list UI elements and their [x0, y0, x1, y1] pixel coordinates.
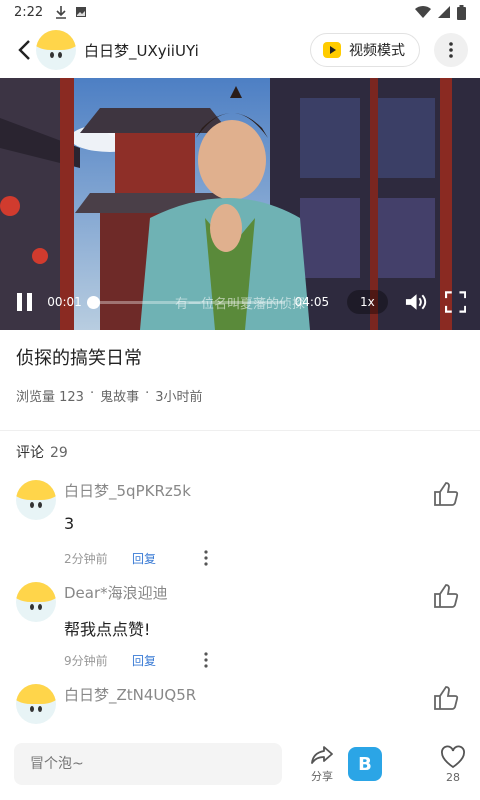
comment-more-icon[interactable]: [204, 550, 208, 566]
share-icon: [311, 745, 333, 764]
back-button[interactable]: [12, 38, 36, 62]
comment-item: 白日梦_ZtN4UQ5R: [16, 684, 464, 728]
like-count: 28: [446, 770, 460, 784]
status-time: 2:22: [14, 4, 44, 20]
vertical-dots-icon: [449, 42, 453, 58]
like-button[interactable]: 28: [440, 745, 466, 784]
comment-item: Dear*海浪迎迪 帮我点点赞! 9分钟前 回复: [16, 582, 464, 682]
author-name[interactable]: 白日梦_UXyiiUYi: [84, 40, 199, 61]
reply-button[interactable]: 回复: [132, 550, 156, 567]
comment-item: 白日梦_5qPKRz5k 3 2分钟前 回复: [16, 480, 464, 580]
comments-header: 评论 29: [16, 442, 68, 462]
commenter-avatar[interactable]: [16, 480, 56, 520]
meta-separator: ·: [89, 386, 95, 401]
comments-count: 29: [50, 445, 68, 461]
comments-label: 评论: [16, 445, 44, 461]
comment-text: 3: [64, 514, 75, 533]
comment-time: 9分钟前: [64, 654, 108, 668]
more-options-button[interactable]: [434, 33, 468, 67]
thumbs-up-icon[interactable]: [432, 582, 460, 610]
wifi-icon: [415, 5, 431, 19]
download-icon: [56, 6, 67, 19]
fullscreen-icon[interactable]: [444, 291, 466, 313]
duration: 04:05: [294, 295, 330, 309]
video-meta: 浏览量 123 · 鬼故事 · 3小时前: [16, 386, 464, 405]
signal-icon: [438, 6, 450, 18]
divider: [0, 430, 480, 431]
volume-icon[interactable]: [404, 291, 427, 313]
video-title: 侦探的搞笑日常: [16, 348, 142, 369]
video-controls: 00:01 04:05 1x: [0, 274, 480, 330]
comment-more-icon[interactable]: [204, 652, 208, 668]
view-count: 浏览量 123: [16, 390, 84, 405]
speed-button[interactable]: 1x: [347, 290, 388, 314]
header: 白日梦_UXyiiUYi 视频模式: [0, 24, 480, 76]
comment-text: 帮我点点赞!: [64, 620, 151, 639]
commenter-name[interactable]: Dear*海浪迎迪: [64, 582, 168, 603]
chevron-left-icon: [18, 40, 30, 60]
progress-bar[interactable]: [86, 295, 285, 309]
commenter-name[interactable]: 白日梦_5qPKRz5k: [64, 480, 191, 501]
heart-icon: [441, 745, 465, 768]
commenter-name[interactable]: 白日梦_ZtN4UQ5R: [64, 684, 196, 705]
category-label[interactable]: 鬼故事: [100, 386, 139, 405]
image-icon: [76, 7, 87, 17]
current-time: 00:01: [47, 295, 82, 309]
battery-icon: [457, 4, 466, 20]
author-avatar[interactable]: [36, 30, 76, 70]
commenter-avatar[interactable]: [16, 684, 56, 724]
pause-button[interactable]: [14, 291, 35, 313]
video-info: 侦探的搞笑日常 浏览量 123 · 鬼故事 · 3小时前: [16, 344, 464, 405]
pause-icon: [17, 293, 23, 311]
meta-separator: ·: [145, 386, 150, 401]
video-mode-label: 视频模式: [349, 43, 405, 59]
share-label: 分享: [311, 769, 333, 783]
commenter-avatar[interactable]: [16, 582, 56, 622]
bottom-bar: 分享 B 28: [0, 728, 480, 800]
reply-button[interactable]: 回复: [132, 652, 156, 669]
share-button[interactable]: 分享: [310, 745, 334, 784]
play-icon: [323, 42, 341, 58]
app-logo-icon[interactable]: B: [348, 747, 382, 781]
comment-input[interactable]: [14, 743, 282, 785]
comment-time: 2分钟前: [64, 552, 108, 566]
video-player[interactable]: 有一位名叫夏藩的侦探 00:01 04:05 1x: [0, 78, 480, 330]
thumbs-up-icon[interactable]: [432, 684, 460, 712]
video-mode-button[interactable]: 视频模式: [310, 33, 420, 67]
status-bar: 2:22: [0, 0, 480, 24]
thumbs-up-icon[interactable]: [432, 480, 460, 508]
progress-knob[interactable]: [86, 295, 100, 309]
time-ago: 3小时前: [155, 390, 203, 405]
